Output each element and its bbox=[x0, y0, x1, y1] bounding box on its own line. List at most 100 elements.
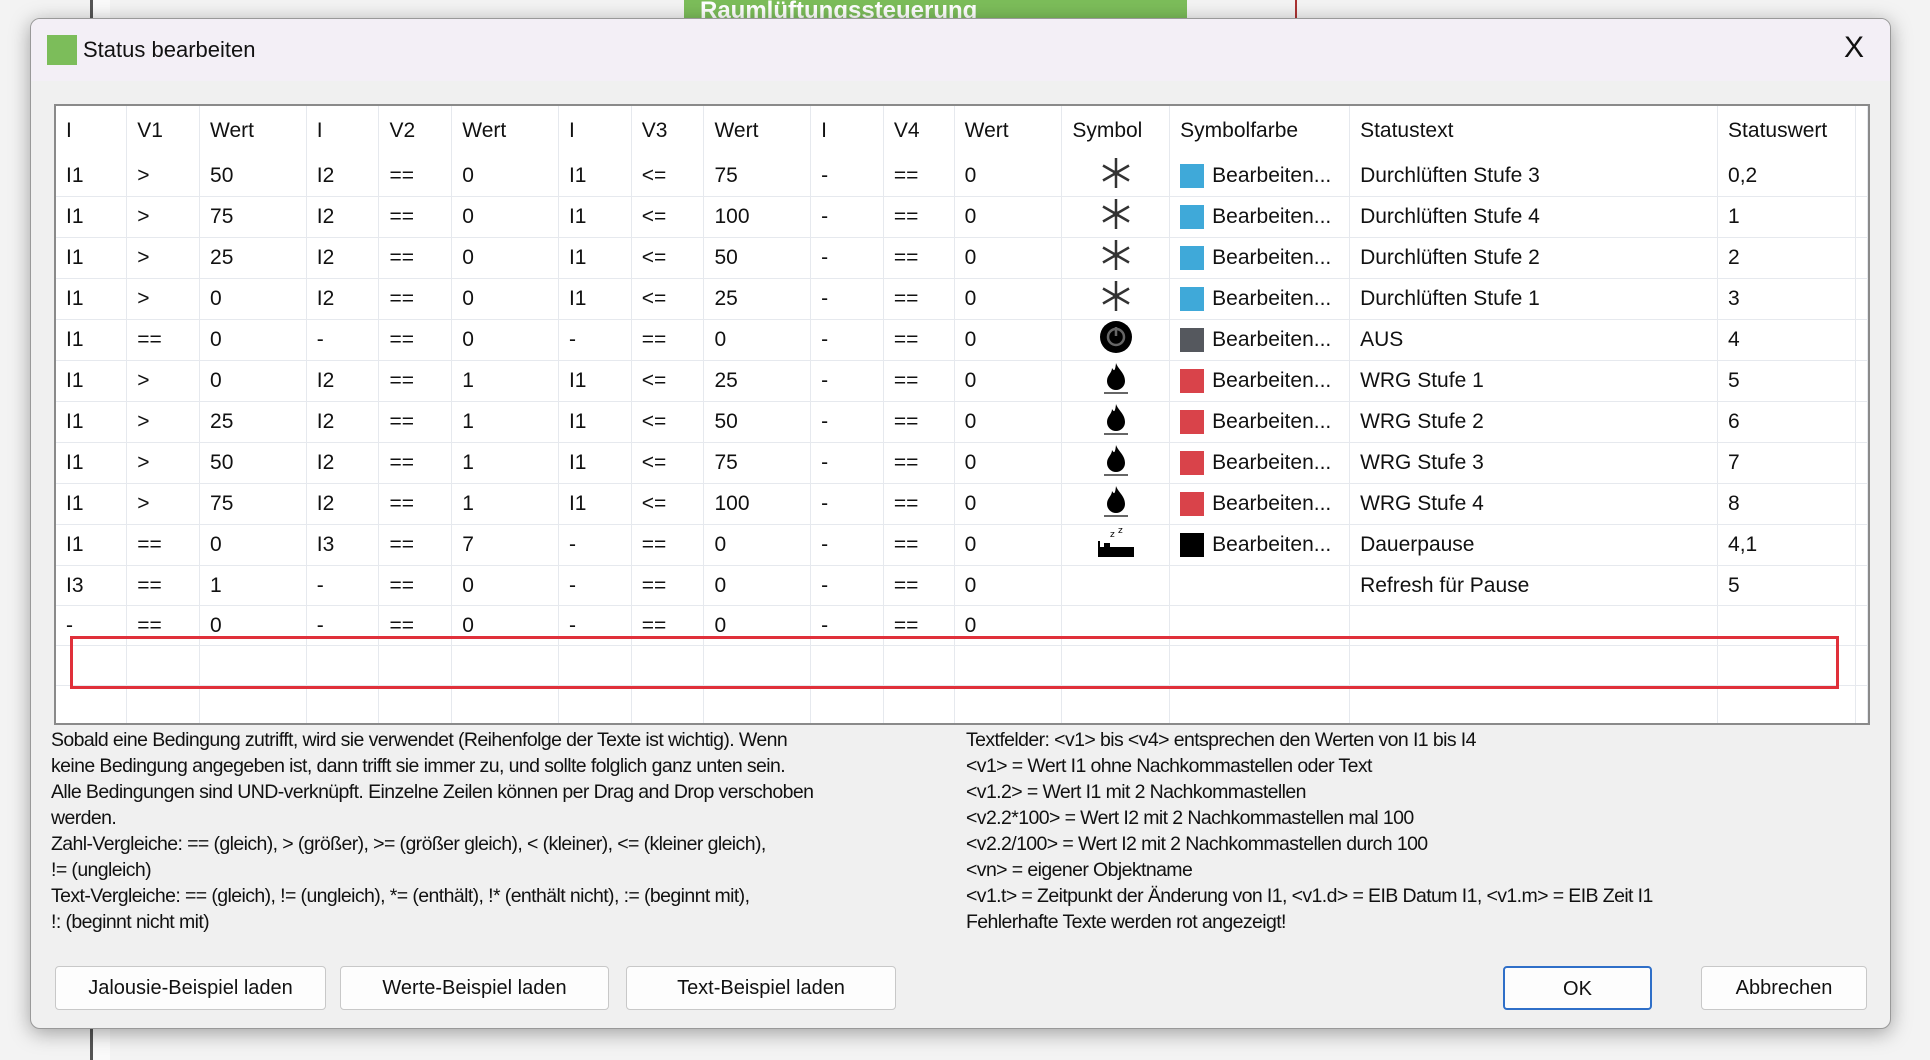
cell[interactable]: 0 bbox=[451, 319, 559, 361]
cell[interactable]: == bbox=[378, 483, 453, 525]
symbol-color-cell[interactable]: Bearbeiten... bbox=[1169, 483, 1351, 525]
cell[interactable]: - bbox=[558, 565, 632, 606]
cell[interactable]: I1 bbox=[558, 196, 632, 238]
status-text-cell[interactable]: WRG Stufe 4 bbox=[1349, 483, 1719, 525]
cell[interactable]: 0 bbox=[199, 278, 307, 320]
empty-cell[interactable] bbox=[126, 645, 201, 686]
cell[interactable]: 75 bbox=[199, 483, 307, 525]
status-value-cell[interactable]: 2 bbox=[1717, 237, 1856, 279]
status-text-cell[interactable]: AUS bbox=[1349, 319, 1719, 361]
cell[interactable]: == bbox=[378, 401, 453, 443]
cell[interactable]: I1 bbox=[558, 401, 632, 443]
cell[interactable]: == bbox=[631, 524, 705, 566]
cell[interactable]: 25 bbox=[199, 237, 307, 279]
cell[interactable]: - bbox=[810, 401, 884, 443]
load-values-example-button[interactable]: Werte-Beispiel laden bbox=[340, 966, 609, 1010]
status-value-cell[interactable]: 1 bbox=[1717, 196, 1856, 238]
empty-cell[interactable] bbox=[810, 645, 884, 686]
empty-cell[interactable] bbox=[1349, 645, 1719, 686]
empty-cell[interactable] bbox=[703, 645, 812, 686]
cell[interactable]: 1 bbox=[451, 401, 559, 443]
cell[interactable]: == bbox=[126, 605, 201, 646]
close-button[interactable]: X bbox=[1836, 31, 1872, 67]
status-text-cell[interactable]: Durchlüften Stufe 3 bbox=[1349, 156, 1719, 197]
cell[interactable]: 50 bbox=[703, 401, 812, 443]
cell[interactable]: - bbox=[810, 278, 884, 320]
edit-color-link[interactable]: Bearbeiten... bbox=[1212, 328, 1331, 351]
edit-color-link[interactable]: Bearbeiten... bbox=[1212, 205, 1331, 228]
cell[interactable]: 75 bbox=[703, 442, 812, 484]
table-row[interactable]: I1 == 0- == 0- == 0- == 0 Bearbeiten... AUS 4 bbox=[56, 319, 1868, 361]
status-text-cell[interactable]: Refresh für Pause bbox=[1349, 565, 1719, 606]
cell[interactable]: <= bbox=[631, 156, 705, 197]
cell[interactable]: 0 bbox=[451, 196, 559, 238]
empty-cell[interactable] bbox=[883, 685, 955, 723]
cell[interactable]: > bbox=[126, 401, 201, 443]
cell[interactable]: - bbox=[558, 605, 632, 646]
cell[interactable]: - bbox=[558, 524, 632, 566]
symbol-color-cell[interactable]: Bearbeiten... bbox=[1169, 156, 1351, 197]
cell[interactable]: == bbox=[883, 605, 955, 646]
column-header[interactable]: V3 bbox=[631, 106, 705, 156]
status-value-cell[interactable]: 5 bbox=[1717, 565, 1856, 606]
cell[interactable]: 0 bbox=[451, 565, 559, 606]
status-value-cell[interactable]: 7 bbox=[1717, 442, 1856, 484]
cell[interactable]: - bbox=[810, 156, 884, 197]
cell[interactable]: > bbox=[126, 360, 201, 402]
empty-cell[interactable] bbox=[558, 645, 632, 686]
cell[interactable]: == bbox=[883, 442, 955, 484]
symbol-cell[interactable] bbox=[1061, 237, 1171, 279]
cell[interactable]: 0 bbox=[199, 319, 307, 361]
ok-button[interactable]: OK bbox=[1503, 966, 1652, 1010]
cell[interactable]: - bbox=[810, 319, 884, 361]
cell[interactable]: > bbox=[126, 278, 201, 320]
cell[interactable]: == bbox=[378, 442, 453, 484]
empty-cell[interactable] bbox=[1061, 685, 1171, 723]
symbol-cell[interactable] bbox=[1061, 442, 1171, 484]
empty-cell[interactable] bbox=[954, 685, 1063, 723]
column-header[interactable]: Statuswert bbox=[1717, 106, 1856, 156]
cell[interactable]: == bbox=[883, 156, 955, 197]
cell[interactable]: == bbox=[126, 524, 201, 566]
empty-cell[interactable] bbox=[954, 645, 1063, 686]
empty-cell[interactable] bbox=[883, 645, 955, 686]
cell[interactable]: 1 bbox=[199, 565, 307, 606]
cell[interactable]: == bbox=[378, 565, 453, 606]
table-row[interactable]: I1 >50 I2 == 1 I1 <= 75- == 0 Bearbeiten... WRG Stu… bbox=[56, 442, 1868, 484]
column-header[interactable]: I bbox=[810, 106, 884, 156]
cell[interactable]: I1 bbox=[558, 483, 632, 525]
cell[interactable]: I2 bbox=[306, 442, 380, 484]
cell[interactable]: <= bbox=[631, 360, 705, 402]
empty-cell[interactable] bbox=[1717, 645, 1856, 686]
cell[interactable]: - bbox=[810, 196, 884, 238]
cell[interactable]: 1 bbox=[451, 483, 559, 525]
cell[interactable]: 0 bbox=[703, 565, 812, 606]
cell[interactable]: == bbox=[883, 483, 955, 525]
cell[interactable]: I1 bbox=[56, 319, 128, 361]
empty-cell[interactable] bbox=[1855, 685, 1868, 723]
cell[interactable]: 25 bbox=[703, 278, 812, 320]
edit-color-link[interactable]: Bearbeiten... bbox=[1212, 410, 1331, 433]
status-value-cell[interactable]: 8 bbox=[1717, 483, 1856, 525]
cell[interactable]: == bbox=[883, 196, 955, 238]
empty-cell[interactable] bbox=[451, 685, 559, 723]
cell[interactable]: > bbox=[126, 196, 201, 238]
cell[interactable]: == bbox=[378, 524, 453, 566]
empty-cell[interactable] bbox=[378, 645, 453, 686]
column-header[interactable]: Symbolfarbe bbox=[1169, 106, 1351, 156]
symbol-color-cell[interactable]: Bearbeiten... bbox=[1169, 360, 1351, 402]
cell[interactable]: 0 bbox=[954, 524, 1063, 566]
cell[interactable]: 0 bbox=[954, 319, 1063, 361]
empty-cell[interactable] bbox=[558, 685, 632, 723]
cell[interactable]: 1 bbox=[451, 360, 559, 402]
empty-cell[interactable] bbox=[451, 645, 559, 686]
empty-cell[interactable] bbox=[703, 685, 812, 723]
empty-cell[interactable] bbox=[56, 645, 128, 686]
cell[interactable]: - bbox=[810, 524, 884, 566]
cell[interactable]: I1 bbox=[558, 360, 632, 402]
symbol-color-cell[interactable]: Bearbeiten... bbox=[1169, 401, 1351, 443]
edit-color-link[interactable]: Bearbeiten... bbox=[1212, 451, 1331, 474]
cell[interactable]: I1 bbox=[56, 196, 128, 238]
cell[interactable]: - bbox=[810, 237, 884, 279]
cell[interactable]: I1 bbox=[56, 156, 128, 197]
